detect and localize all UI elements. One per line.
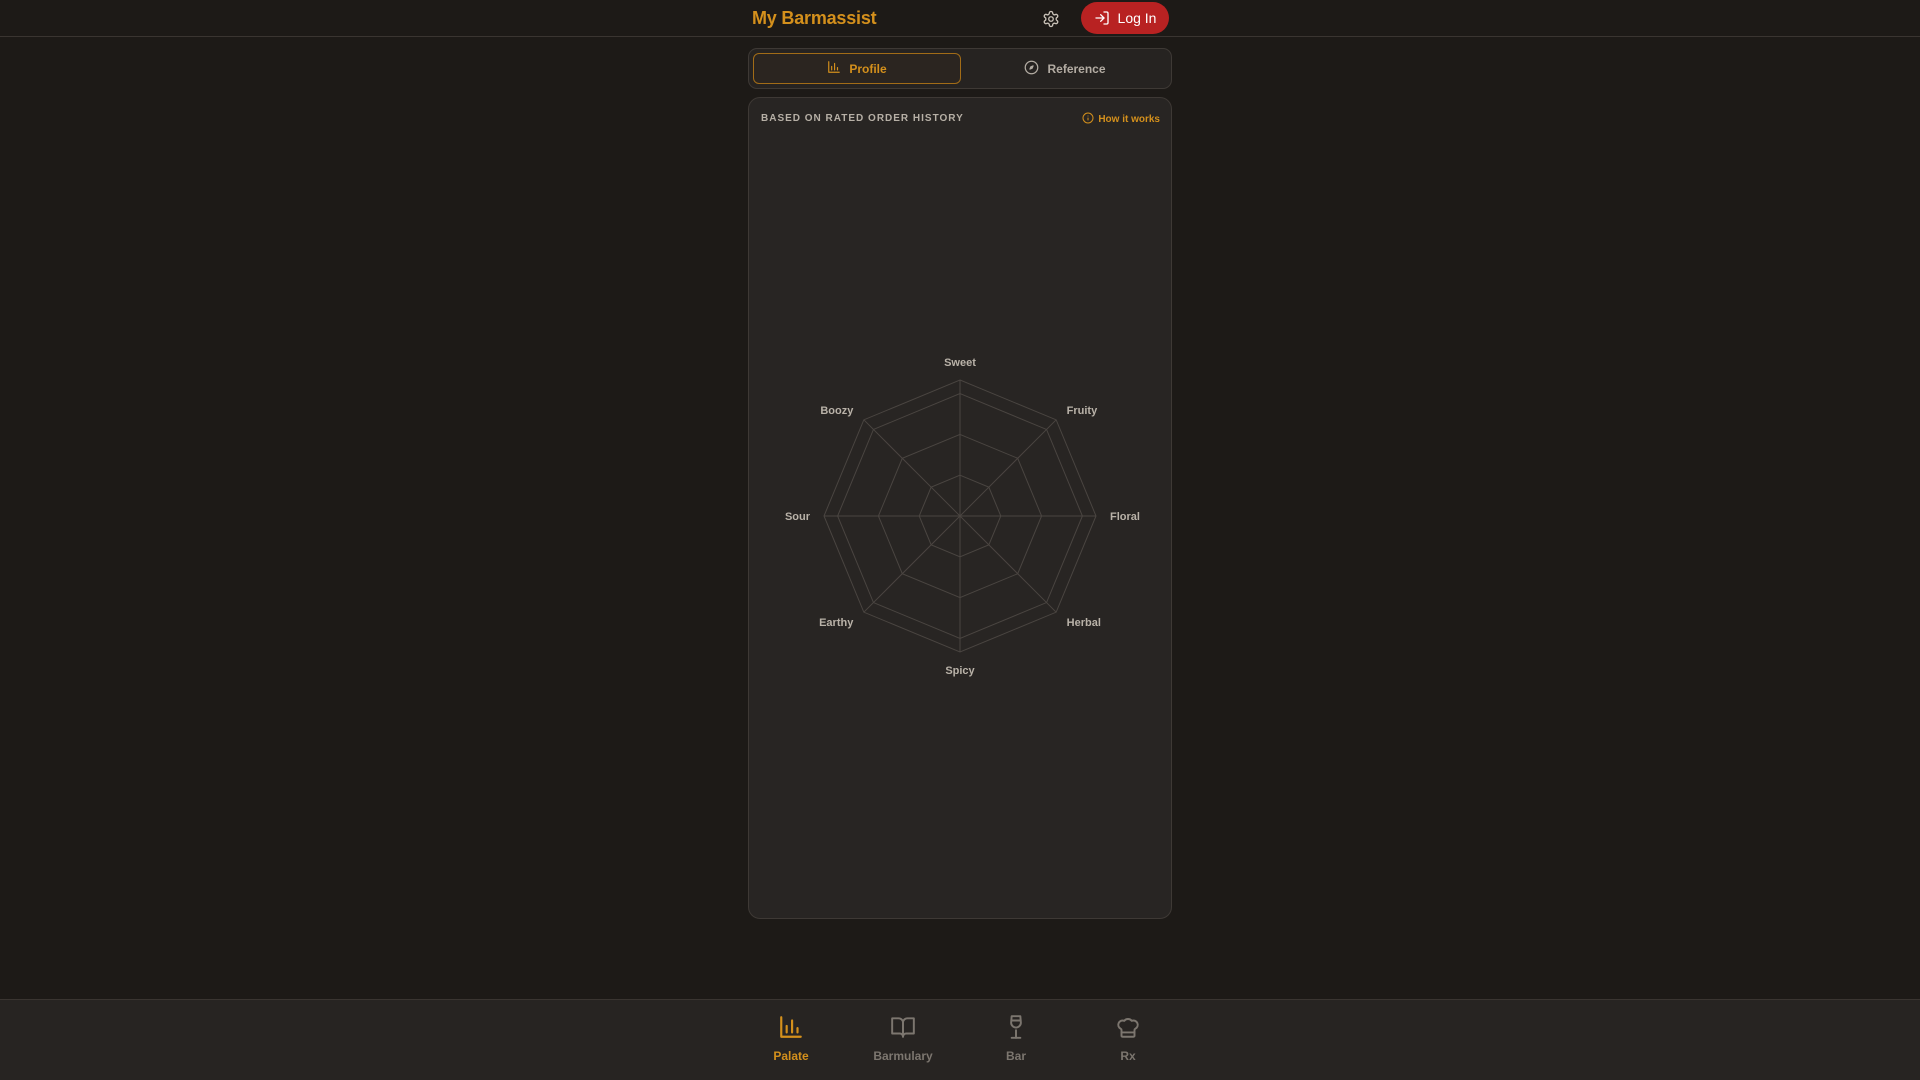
radar-axis-label-sour: Sour bbox=[785, 511, 811, 523]
radar-spoke-fruity bbox=[959, 419, 1057, 517]
app-brand[interactable]: My Barmassist bbox=[752, 8, 877, 29]
nav-barmulary-label: Barmulary bbox=[873, 1049, 933, 1063]
palate-profile-card: BASED ON RATED ORDER HISTORY How it work… bbox=[748, 97, 1172, 919]
radar-spoke-herbal bbox=[959, 515, 1057, 613]
radar-axis-label-earthy: Earthy bbox=[819, 617, 854, 629]
nav-palate-label: Palate bbox=[773, 1049, 809, 1063]
nav-palate[interactable]: Palate bbox=[746, 1014, 836, 1070]
tab-reference-label: Reference bbox=[1047, 61, 1106, 76]
palate-radar-chart: Sweet Fruity Floral Herbal Spicy Earthy Sour Bo… bbox=[785, 357, 1140, 677]
radar-spokes bbox=[824, 380, 1096, 652]
view-tabs: Profile Reference bbox=[748, 48, 1172, 89]
log-in-icon bbox=[1094, 10, 1110, 26]
login-label: Log In bbox=[1117, 10, 1157, 26]
radar-axis-label-spicy: Spicy bbox=[945, 665, 975, 677]
tab-profile-label: Profile bbox=[849, 61, 887, 76]
nav-rx-label: Rx bbox=[1120, 1049, 1136, 1063]
radar-spoke-boozy bbox=[863, 419, 961, 517]
gear-icon[interactable] bbox=[1039, 7, 1063, 31]
book-open-icon bbox=[890, 1014, 916, 1043]
login-button[interactable]: Log In bbox=[1081, 2, 1169, 34]
bar-chart-icon bbox=[827, 60, 841, 77]
bottom-nav: Palate Barmulary Bar Rx bbox=[0, 999, 1920, 1080]
radar-axis-label-sweet: Sweet bbox=[944, 357, 976, 369]
radar-spoke-earthy bbox=[863, 515, 961, 613]
nav-rx[interactable]: Rx bbox=[1083, 1014, 1173, 1070]
nav-bar[interactable]: Bar bbox=[971, 1014, 1061, 1070]
top-header: My Barmassist Log In bbox=[0, 0, 1920, 37]
nav-barmulary[interactable]: Barmulary bbox=[858, 1014, 948, 1070]
radar-axis-label-herbal: Herbal bbox=[1067, 617, 1101, 629]
radar-axis-label-boozy: Boozy bbox=[820, 405, 854, 417]
tab-reference[interactable]: Reference bbox=[961, 53, 1169, 84]
wine-glass-icon bbox=[1003, 1014, 1029, 1043]
chef-hat-icon bbox=[1115, 1014, 1141, 1043]
bar-chart-icon bbox=[778, 1014, 804, 1043]
nav-bar-label: Bar bbox=[1005, 1049, 1026, 1063]
radar-axis-label-floral: Floral bbox=[1110, 511, 1140, 523]
tab-profile[interactable]: Profile bbox=[753, 53, 961, 84]
compass-icon bbox=[1024, 60, 1039, 78]
radar-axis-label-fruity: Fruity bbox=[1067, 405, 1098, 417]
